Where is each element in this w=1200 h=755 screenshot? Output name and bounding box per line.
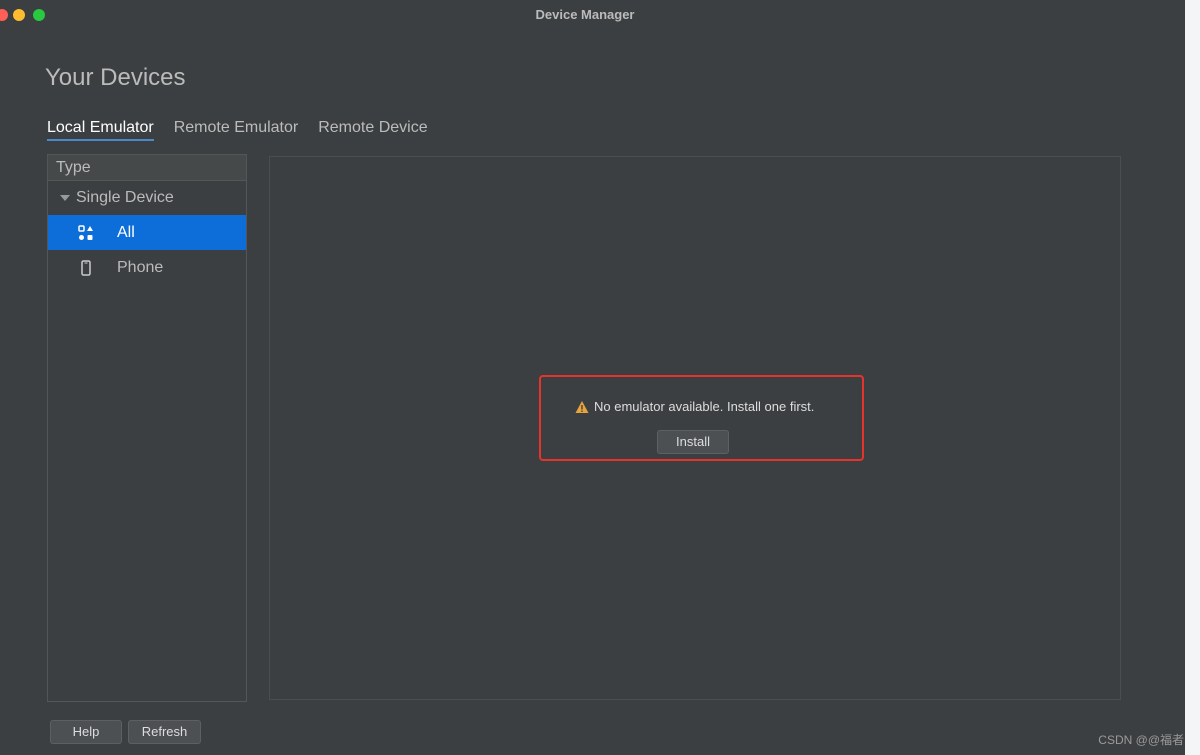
warning-icon [575, 400, 589, 414]
install-button[interactable]: Install [657, 430, 729, 454]
tab-remote-device[interactable]: Remote Device [318, 119, 427, 141]
desktop-background-edge [1185, 0, 1200, 755]
tree-item-phone[interactable]: Phone [48, 250, 246, 285]
tree-group-label: Single Device [76, 189, 174, 206]
tab-local-emulator[interactable]: Local Emulator [47, 119, 154, 141]
expand-triangle-icon[interactable] [60, 195, 70, 201]
empty-state-message: No emulator available. Install one first… [575, 399, 814, 414]
device-manager-window: Device Manager Your Devices Local Emulat… [0, 0, 1185, 755]
tree-item-all[interactable]: All [48, 215, 246, 250]
tree-item-label: Phone [117, 258, 164, 276]
refresh-button[interactable]: Refresh [128, 720, 201, 744]
tree-item-label: All [117, 223, 135, 241]
tab-remote-emulator[interactable]: Remote Emulator [174, 119, 299, 141]
empty-state-text: No emulator available. Install one first… [594, 399, 815, 414]
tree-group-single-device[interactable]: Single Device [48, 181, 246, 215]
type-column-header: Type [48, 155, 246, 181]
grid-shapes-icon [78, 224, 94, 241]
watermark-text: CSDN @@福者 [1098, 733, 1184, 747]
title-bar: Device Manager [0, 0, 1185, 30]
window-title: Device Manager [535, 7, 635, 22]
device-tabs: Local Emulator Remote Emulator Remote De… [47, 119, 428, 141]
phone-icon [78, 259, 94, 276]
device-type-panel: Type Single Device All Phone [47, 154, 247, 702]
help-button[interactable]: Help [50, 720, 122, 744]
page-title: Your Devices [45, 64, 186, 91]
